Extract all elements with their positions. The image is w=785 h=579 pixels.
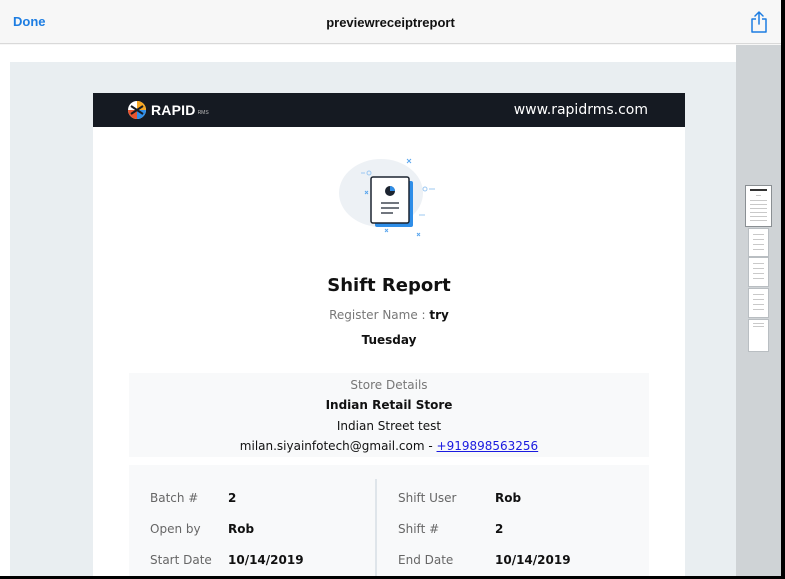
rapid-logo-icon (128, 101, 146, 119)
end-date-value: 10/14/2019 (495, 553, 571, 567)
store-details-heading: Store Details (350, 378, 428, 392)
page-title: previewreceiptreport (326, 15, 455, 30)
shift-user-label: Shift User (398, 491, 457, 505)
report-day: Tuesday (361, 333, 417, 347)
rapid-logo: RAPID RMS (127, 99, 209, 121)
receipt-page: RAPID RMS www.rapidrms.com Shift Report … (93, 93, 685, 576)
store-details: Store Details Indian Retail Store Indian… (129, 373, 649, 457)
page-thumbnail-5[interactable] (748, 319, 769, 352)
document-viewer[interactable]: RAPID RMS www.rapidrms.com Shift Report … (0, 45, 736, 576)
shift-number-label: Shift # (398, 522, 440, 536)
shift-number-value: 2 (495, 522, 504, 536)
store-address: Indian Street test (336, 419, 442, 433)
store-email: milan.siyainfotech@gmail.com (239, 439, 425, 453)
screen: Done previewreceiptreport RAPID RMS www.… (0, 0, 781, 576)
batch-value: 2 (228, 491, 237, 505)
page-thumbnail-1[interactable] (745, 185, 772, 227)
page-thumbnail-3[interactable] (748, 257, 769, 287)
report-title: Shift Report (327, 275, 451, 296)
report-document-icon (339, 158, 435, 237)
batch-label: Batch # (150, 491, 199, 505)
shift-user-value: Rob (495, 491, 522, 505)
store-phone-link[interactable]: +919898563256 (437, 439, 539, 453)
register-line: Register Name : try (93, 308, 685, 322)
shift-details: Batch # 2 Open by Rob Start Date 10/14/2… (129, 465, 649, 576)
brand-header: RAPID RMS www.rapidrms.com (93, 93, 685, 127)
register-label: Register Name : (329, 308, 426, 322)
open-by-label: Open by (150, 522, 201, 536)
page-thumbnail-2[interactable] (748, 228, 769, 257)
open-by-value: Rob (228, 522, 255, 536)
website-url: www.rapidrms.com (513, 102, 648, 118)
store-contact: milan.siyainfotech@gmail.com - +91989856… (129, 436, 649, 457)
page-thumbnail-4[interactable] (748, 288, 769, 318)
navigation-bar: Done previewreceiptreport (0, 0, 781, 44)
store-name: Indian Retail Store (325, 398, 453, 412)
logo-text: RAPID (151, 102, 196, 118)
page-thumbnail-sidebar (736, 45, 781, 576)
contact-separator: - (424, 439, 437, 453)
start-date-value: 10/14/2019 (228, 553, 304, 567)
start-date-label: Start Date (150, 553, 212, 567)
share-icon[interactable] (749, 10, 769, 34)
end-date-label: End Date (398, 553, 454, 567)
column-divider (375, 479, 377, 576)
register-name: try (429, 308, 449, 322)
logo-subtext: RMS (197, 109, 209, 116)
